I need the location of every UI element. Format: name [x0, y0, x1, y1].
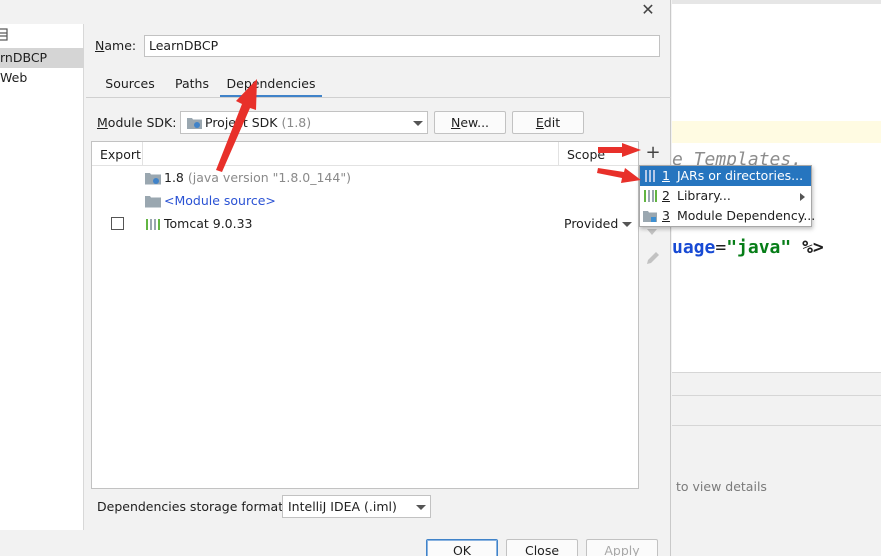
edit-sdk-button[interactable]: Edit [512, 111, 584, 134]
jar-icon [645, 170, 655, 182]
sdk-select-text: Project SDK (1.8) [205, 112, 311, 133]
column-separator [142, 142, 143, 166]
editor-top-border [672, 0, 881, 4]
sdk-folder-icon [145, 173, 161, 185]
menu-label: Library... [677, 188, 731, 203]
details-hint: to view details [676, 479, 767, 494]
library-icon [644, 190, 657, 202]
menu-mnemonic: 1 [662, 168, 670, 183]
table-row[interactable]: <Module source> [92, 190, 638, 212]
tree-item-web[interactable]: Web [0, 68, 84, 88]
move-down-icon[interactable] [647, 229, 657, 235]
module-sdk-label: Module SDK: [97, 115, 176, 130]
tree-item-label: Web [0, 70, 28, 85]
dependency-name: 1.8 [164, 170, 184, 185]
sdk-version: (1.8) [281, 115, 312, 130]
column-export[interactable]: Export [100, 147, 141, 162]
menu-item-library[interactable]: 2 Library... [640, 186, 811, 206]
mnemonic: N [450, 115, 461, 130]
mnemonic: M [97, 115, 108, 130]
close-button[interactable]: Close [506, 539, 578, 556]
code-string: "java" [726, 237, 792, 258]
bottom-tool-panel: to view details [672, 372, 881, 556]
tab-sources[interactable]: Sources [98, 70, 162, 98]
table-header: Export Scope [92, 142, 638, 166]
button-label: ew... [460, 115, 490, 130]
code-directive-line: uage="java" %> [672, 237, 824, 258]
storage-format-label: Dependencies storage format: [97, 499, 288, 514]
code-tag-end: %> [791, 237, 824, 258]
code-editor-background: e Templates. uage="java" %> to view deta… [672, 0, 881, 556]
module-sdk-select[interactable]: Project SDK (1.8) [180, 111, 428, 134]
menu-item-jars[interactable]: 1 JARs or directories... [640, 166, 811, 186]
table-row[interactable]: Tomcat 9.0.33 Provided [92, 213, 638, 235]
tree-item-module[interactable]: rnDBCP [0, 48, 84, 68]
menu-label: JARs or directories... [677, 168, 804, 183]
row-text: 1.8 (java version "1.8.0_144") [164, 170, 351, 185]
tree-item-label: rnDBCP [0, 50, 48, 65]
sdk-name: Project SDK [205, 115, 278, 130]
storage-format-select[interactable]: IntelliJ IDEA (.iml) [282, 495, 431, 518]
dependency-name: Tomcat 9.0.33 [164, 216, 253, 231]
close-icon[interactable]: ✕ [640, 2, 656, 18]
mnemonic: E [535, 115, 544, 130]
name-label: Name: [95, 38, 136, 53]
menu-mnemonic: 3 [662, 208, 670, 223]
tab-dependencies[interactable]: Dependencies [220, 70, 322, 98]
add-dependency-menu: 1 JARs or directories... 2 Library... 3 … [639, 165, 815, 227]
apply-button[interactable]: Apply [586, 539, 658, 556]
menu-item-module-dependency[interactable]: 3 Module Dependency... [640, 206, 815, 226]
code-attr: uage [672, 237, 716, 258]
module-name-input[interactable]: LearnDBCP [144, 35, 660, 57]
module-icon [0, 28, 8, 41]
add-icon[interactable]: + [644, 144, 662, 162]
submenu-arrow-icon [800, 193, 805, 201]
module-folder-icon [643, 211, 657, 222]
ok-button[interactable]: OK [426, 539, 498, 556]
tab-paths[interactable]: Paths [166, 70, 218, 98]
sdk-folder-icon [187, 118, 202, 129]
dependency-detail: (java version "1.8.0_144") [187, 170, 351, 185]
library-icon [146, 219, 160, 230]
scope-select[interactable]: Provided [564, 216, 618, 231]
new-sdk-button[interactable]: New... [434, 111, 506, 134]
button-label: dit [543, 115, 561, 130]
module-tree: rnDBCP Web [0, 24, 84, 530]
storage-format-value: IntelliJ IDEA (.iml) [288, 499, 397, 514]
chevron-down-icon [416, 505, 426, 510]
column-scope[interactable]: Scope [567, 147, 605, 162]
panel-divider [672, 395, 881, 396]
folder-icon [145, 196, 161, 208]
panel-divider [672, 425, 881, 426]
scope-value: Provided [564, 216, 619, 231]
chevron-down-icon [622, 222, 632, 227]
label-rest: odule SDK: [107, 115, 177, 130]
menu-label: Module Dependency... [677, 208, 816, 223]
code-equals: = [715, 237, 727, 258]
label-rest: ame: [104, 38, 137, 53]
chevron-down-icon [413, 121, 423, 126]
project-structure-dialog: ✕ rnDBCP Web Name: LearnDBCP Sources Pat… [0, 0, 815, 556]
highlighted-line [672, 121, 881, 143]
menu-mnemonic: 2 [662, 188, 670, 203]
edit-icon[interactable] [645, 250, 661, 266]
column-separator [558, 142, 559, 166]
export-checkbox[interactable] [111, 217, 124, 230]
table-row[interactable]: 1.8 (java version "1.8.0_144") [92, 167, 638, 189]
mnemonic: N [95, 38, 105, 53]
dependencies-table: Export Scope 1.8 (java version "1.8.0_14… [91, 141, 639, 489]
tabs-divider [86, 97, 671, 98]
dependency-name: <Module source> [164, 193, 276, 208]
